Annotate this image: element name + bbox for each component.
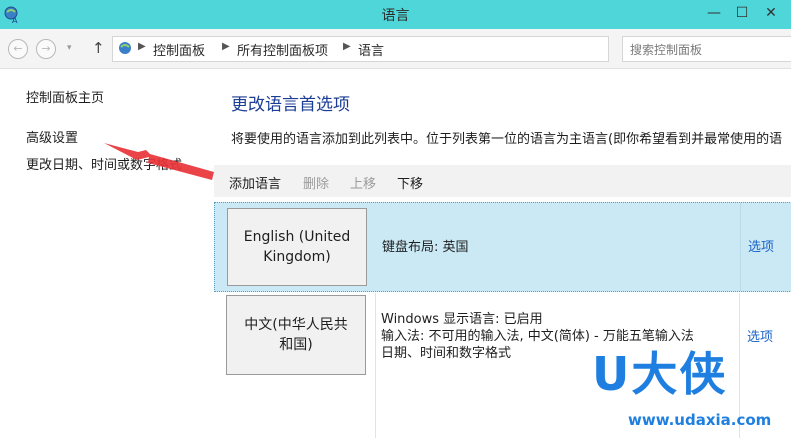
address-bar[interactable]: ▶ 控制面板 ▶ 所有控制面板项 ▶ 语言 ▾ ⟳ bbox=[112, 36, 707, 62]
forward-button[interactable]: → bbox=[36, 39, 56, 59]
window-title: 语言 bbox=[381, 8, 410, 24]
change-date-time-format-link[interactable]: 更改日期、时间或数字格式 bbox=[26, 154, 182, 173]
options-link[interactable]: 选项 bbox=[748, 236, 774, 255]
advanced-settings-link[interactable]: 高级设置 bbox=[26, 127, 78, 146]
language-row-english[interactable]: English (United Kingdom) 键盘布局: 英国 选项 bbox=[214, 202, 791, 292]
up-level-button[interactable]: ↑ bbox=[92, 39, 105, 57]
language-toolbar: 添加语言 删除 上移 下移 bbox=[214, 165, 791, 197]
language-name-line: English (United bbox=[243, 229, 351, 245]
watermark-logo: U大侠 bbox=[592, 347, 728, 401]
watermark-url: www.udaxia.com bbox=[628, 411, 772, 429]
language-info: 键盘布局: 英国 bbox=[382, 240, 469, 255]
language-name-line: 中文(中华人民共 bbox=[244, 317, 348, 333]
breadcrumb-control-panel[interactable]: 控制面板 bbox=[153, 40, 205, 59]
column-divider bbox=[375, 293, 376, 438]
column-divider bbox=[740, 203, 741, 291]
recent-locations-button[interactable]: ▾ bbox=[67, 43, 72, 53]
maximize-button[interactable]: ☐ bbox=[728, 3, 756, 23]
move-up-button[interactable]: 上移 bbox=[350, 173, 376, 192]
breadcrumb-separator-icon[interactable]: ▶ bbox=[222, 41, 230, 52]
control-panel-icon bbox=[119, 42, 131, 54]
language-name-line: 和国) bbox=[279, 337, 313, 353]
breadcrumb-separator-icon[interactable]: ▶ bbox=[343, 41, 351, 52]
control-panel-home-link[interactable]: 控制面板主页 bbox=[26, 87, 104, 106]
options-link[interactable]: 选项 bbox=[747, 326, 773, 345]
language-name-box[interactable]: 中文(中华人民共 和国) bbox=[226, 295, 366, 375]
title-bar: A 语言 — ☐ ✕ bbox=[0, 0, 791, 29]
language-info: 日期、时间和数字格式 bbox=[381, 346, 512, 361]
language-name-line: Kingdom) bbox=[263, 249, 331, 265]
close-button[interactable]: ✕ bbox=[757, 3, 785, 23]
add-language-button[interactable]: 添加语言 bbox=[229, 173, 281, 192]
back-button[interactable]: ← bbox=[8, 39, 28, 59]
breadcrumb-language[interactable]: 语言 bbox=[358, 40, 384, 59]
breadcrumb-all-items[interactable]: 所有控制面板项 bbox=[237, 40, 328, 59]
page-description: 将要使用的语言添加到此列表中。位于列表第一位的语言为主语言(即你希望看到并最常使… bbox=[231, 132, 783, 147]
breadcrumb-separator-icon[interactable]: ▶ bbox=[138, 41, 146, 52]
navigation-bar: ← → ▾ ↑ ▶ 控制面板 ▶ 所有控制面板项 ▶ 语言 ▾ ⟳ 搜索控制面板 bbox=[0, 29, 791, 69]
language-name-box[interactable]: English (United Kingdom) bbox=[227, 208, 367, 286]
search-placeholder: 搜索控制面板 bbox=[630, 43, 703, 57]
remove-button[interactable]: 删除 bbox=[303, 173, 329, 192]
search-input[interactable]: 搜索控制面板 bbox=[622, 36, 791, 62]
minimize-button[interactable]: — bbox=[700, 3, 728, 23]
move-down-button[interactable]: 下移 bbox=[397, 173, 423, 192]
page-title: 更改语言首选项 bbox=[231, 95, 350, 115]
